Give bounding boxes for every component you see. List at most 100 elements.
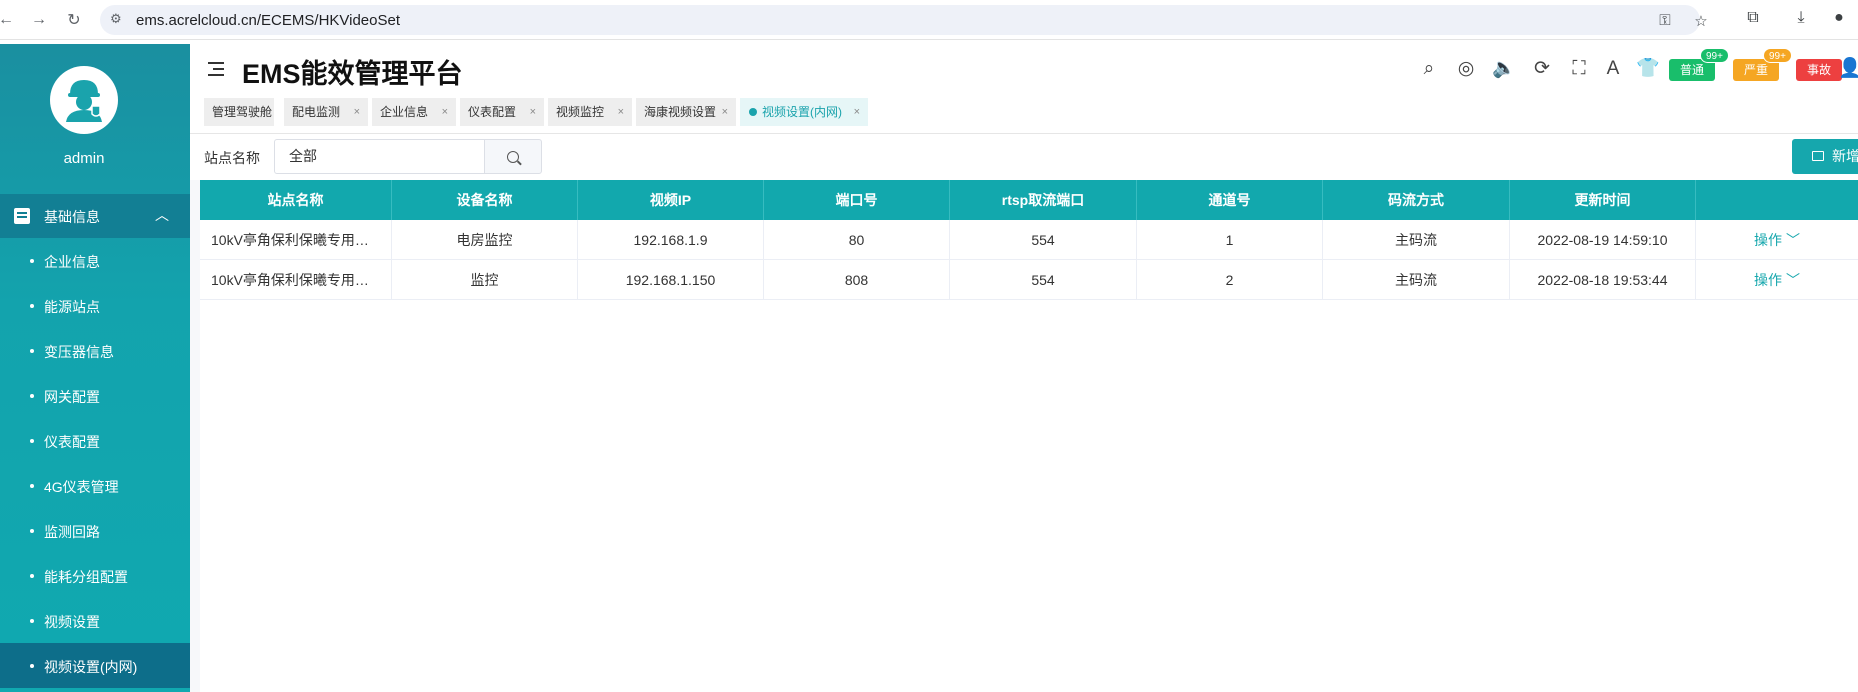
cell-stream-type: 主码流 xyxy=(1323,220,1510,260)
sidebar-item-transformer-info[interactable]: 变压器信息 xyxy=(0,328,190,373)
back-icon[interactable]: ← xyxy=(0,8,18,32)
sidebar-item-label: 视频设置 xyxy=(44,614,100,630)
column-header[interactable]: 更新时间 xyxy=(1510,180,1696,220)
app-header: EMS能效管理平台 ⌕ ◎ 🔈 ⟳ ⛶ A 👕 普通 99+ 严重 99+ 事故… xyxy=(190,44,1858,94)
bullet-icon xyxy=(30,349,34,353)
tab-label: 视频设置(内网) xyxy=(762,105,842,119)
address-bar[interactable]: ⚙ ems.acrelcloud.cn/ECEMS/HKVideoSet ⚿ ☆ xyxy=(100,5,1708,35)
tab-label: 视频监控 xyxy=(556,105,605,119)
forward-icon[interactable]: → xyxy=(27,8,51,32)
chevron-down-icon: ﹀ xyxy=(1785,272,1800,288)
close-icon[interactable]: × xyxy=(854,98,860,126)
column-header[interactable]: 视频IP xyxy=(578,180,764,220)
help-icon[interactable]: ◎ xyxy=(1454,57,1478,81)
filter-bar: 站点名称 全部 新增 xyxy=(190,134,1858,179)
column-header[interactable]: 码流方式 xyxy=(1323,180,1510,220)
page-title: EMS能效管理平台 xyxy=(242,59,463,89)
sidebar-item-label: 仪表配置 xyxy=(44,434,100,450)
search-button[interactable] xyxy=(484,139,542,174)
user-icon[interactable]: 👤 xyxy=(1838,57,1858,81)
sidebar-item-energy-sites[interactable]: 能源站点 xyxy=(0,283,190,328)
cell-device-name: 监控 xyxy=(392,260,578,300)
column-header[interactable]: 通道号 xyxy=(1137,180,1323,220)
operation-dropdown[interactable]: 操作 ﹀ xyxy=(1754,272,1800,288)
search-icon[interactable]: ⌕ xyxy=(1417,57,1441,81)
worker-avatar-icon xyxy=(66,80,102,122)
site-name-select[interactable]: 全部 xyxy=(274,139,485,174)
close-icon[interactable]: × xyxy=(354,98,360,126)
sidebar-item-gateway-config[interactable]: 网关配置 xyxy=(0,373,190,418)
bullet-icon xyxy=(30,529,34,533)
cell-update-time: 2022-08-19 14:59:10 xyxy=(1510,220,1696,260)
sidebar-item-label: 能源站点 xyxy=(44,299,100,315)
theme-shirt-icon[interactable]: 👕 xyxy=(1636,57,1660,81)
operation-label: 操作 xyxy=(1754,232,1783,248)
tab-video-settings-intranet[interactable]: 视频设置(内网) × xyxy=(740,98,868,126)
sidebar-item-label: 变压器信息 xyxy=(44,344,114,360)
bullet-icon xyxy=(30,484,34,488)
column-header[interactable]: 站点名称 xyxy=(200,180,392,220)
sidebar-item-company-info[interactable]: 企业信息 xyxy=(0,238,190,283)
column-header[interactable]: 端口号 xyxy=(764,180,950,220)
username: admin xyxy=(63,150,105,167)
cell-rtsp-port: 554 xyxy=(950,260,1137,300)
tab-label: 配电监测 xyxy=(292,105,341,119)
tab-hikvision-settings[interactable]: 海康视频设置 × xyxy=(636,98,736,126)
content-gutter xyxy=(190,180,200,692)
menu-toggle-icon[interactable] xyxy=(208,62,224,76)
cell-channel: 1 xyxy=(1137,220,1323,260)
column-header[interactable]: 设备名称 xyxy=(392,180,578,220)
tab-meter-config[interactable]: 仪表配置 × xyxy=(460,98,544,126)
site-name-label: 站点名称 xyxy=(204,150,260,166)
close-icon[interactable]: × xyxy=(618,98,624,126)
reload-icon[interactable]: ↻ xyxy=(62,8,86,32)
sidebar-item-energy-group[interactable]: 能耗分组配置 xyxy=(0,553,190,598)
cell-actions: 操作 ﹀ xyxy=(1696,220,1858,260)
menu-group-label: 基础信息 xyxy=(44,209,100,225)
cell-actions: 操作 ﹀ xyxy=(1696,260,1858,300)
star-icon[interactable]: ☆ xyxy=(1692,12,1710,30)
menu-group-basic-info[interactable]: 基础信息 ︿ xyxy=(0,194,190,238)
translate-icon[interactable]: A xyxy=(1601,57,1625,81)
column-header[interactable]: rtsp取流端口 xyxy=(950,180,1137,220)
download-icon[interactable]: ⤓ xyxy=(1790,9,1812,31)
refresh-icon[interactable]: ⟳ xyxy=(1530,57,1554,81)
sidebar-item-monitor-loop[interactable]: 监测回路 xyxy=(0,508,190,553)
sidebar-item-4g-meter[interactable]: 4G仪表管理 xyxy=(0,463,190,508)
sidebar-item-video-settings-intranet[interactable]: 视频设置(内网) xyxy=(0,643,190,688)
url-text[interactable]: ems.acrelcloud.cn/ECEMS/HKVideoSet xyxy=(136,12,400,29)
sidebar-item-meter-config[interactable]: 仪表配置 xyxy=(0,418,190,463)
extensions-icon[interactable]: ⧉ xyxy=(1742,9,1764,31)
alarm-accident-button[interactable]: 事故 xyxy=(1796,59,1842,81)
volume-icon[interactable]: 🔈 xyxy=(1492,57,1516,81)
tab-dashboard[interactable]: 管理驾驶舱 xyxy=(204,98,274,126)
column-header-actions xyxy=(1696,180,1858,220)
key-icon[interactable]: ⚿ xyxy=(1656,12,1674,30)
cell-stream-type: 主码流 xyxy=(1323,260,1510,300)
document-icon xyxy=(14,208,30,224)
tab-video-monitor[interactable]: 视频监控 × xyxy=(548,98,632,126)
add-button[interactable]: 新增 xyxy=(1792,139,1858,174)
cell-update-time: 2022-08-18 19:53:44 xyxy=(1510,260,1696,300)
sidebar-item-label: 网关配置 xyxy=(44,389,100,405)
table-row[interactable]: 10kV亭角保利保曦专用… 电房监控 192.168.1.9 80 554 1 … xyxy=(200,220,1858,260)
tab-label: 海康视频设置 xyxy=(644,105,717,119)
close-icon[interactable]: × xyxy=(442,98,448,126)
fullscreen-icon[interactable]: ⛶ xyxy=(1567,57,1591,81)
site-info-icon[interactable]: ⚙ xyxy=(110,11,128,29)
tab-company-info[interactable]: 企业信息 × xyxy=(372,98,456,126)
close-icon[interactable]: × xyxy=(722,98,728,126)
avatar[interactable] xyxy=(50,66,118,134)
profile-icon[interactable]: ● xyxy=(1828,9,1850,31)
cell-channel: 2 xyxy=(1137,260,1323,300)
tab-power-monitor[interactable]: 配电监测 × xyxy=(284,98,368,126)
table-header: 站点名称 设备名称 视频IP 端口号 rtsp取流端口 通道号 码流方式 更新时… xyxy=(200,180,1858,220)
cell-port: 80 xyxy=(764,220,950,260)
cell-video-ip: 192.168.1.9 xyxy=(578,220,764,260)
close-icon[interactable]: × xyxy=(530,98,536,126)
table-row[interactable]: 10kV亭角保利保曦专用… 监控 192.168.1.150 808 554 2… xyxy=(200,260,1858,300)
operation-dropdown[interactable]: 操作 ﹀ xyxy=(1754,232,1800,248)
sidebar-item-video-settings[interactable]: 视频设置 xyxy=(0,598,190,643)
bullet-icon xyxy=(30,439,34,443)
cell-rtsp-port: 554 xyxy=(950,220,1137,260)
